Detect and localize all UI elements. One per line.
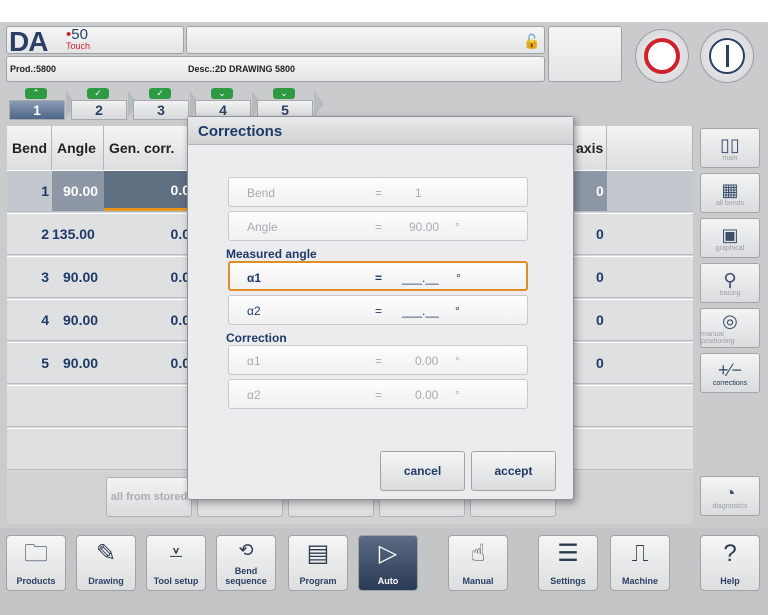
folder-icon: 🗀 (24, 540, 48, 567)
split-view-icon: ▯▯ (720, 134, 740, 155)
graphical-button[interactable]: ▣ graphical (700, 218, 760, 258)
nav-program[interactable]: ▤ Program (288, 535, 348, 591)
check-icon: ⌄ (211, 88, 233, 99)
check-icon: ⌄ (273, 88, 295, 99)
tool-icon: ⩡ (169, 540, 183, 567)
bend-number: 2 (41, 226, 49, 242)
bend-number: 4 (41, 312, 49, 328)
top-margin (0, 0, 768, 22)
bend-number: 5 (41, 355, 49, 371)
dialog-title: Corrections (188, 117, 573, 145)
step-1[interactable]: ⌃ 1 (6, 88, 76, 120)
header-extra (607, 126, 693, 170)
play-icon: ▷ (378, 540, 398, 567)
blank-panel (548, 26, 622, 82)
machine-icon: ⎍ (631, 540, 649, 567)
corrections-side-button[interactable]: +∕− corrections (700, 353, 760, 393)
sequence-icon: ⟲ (238, 540, 254, 560)
header-angle: Angle (52, 126, 104, 170)
lock-icon[interactable]: 🔓 (523, 33, 540, 50)
brand-touch: Touch (66, 41, 91, 51)
grid-icon: ▦ (721, 179, 739, 200)
axis-value: 0 (571, 171, 607, 211)
magnifier-icon: ⚲ (723, 269, 737, 290)
plus-minus-icon: +∕− (717, 359, 743, 380)
tracing-button[interactable]: ⚲ tracing (700, 263, 760, 303)
nav-manual[interactable]: ☝ Manual (448, 535, 508, 591)
main-button[interactable]: ▯▯ main (700, 128, 760, 168)
nav-products[interactable]: 🗀 Products (6, 535, 66, 591)
correction-heading: Correction (226, 331, 287, 345)
bend-number: 1 (41, 183, 49, 199)
message-bar (186, 26, 545, 54)
measured-alpha1-input[interactable]: α1 = ___.__ ° (228, 261, 528, 291)
header-bend: Bend (7, 126, 52, 170)
check-icon: ⌃ (25, 88, 47, 99)
nav-auto[interactable]: ▷ Auto (358, 535, 418, 591)
nav-drawing[interactable]: ✎ Drawing (76, 535, 136, 591)
brand-model: •50 (66, 26, 88, 43)
axis-value: 0 (596, 226, 604, 242)
measured-alpha2-input[interactable]: α2 = ___.__ ° (228, 295, 528, 325)
step-2[interactable]: ✓ 2 (68, 88, 138, 120)
axis-value: 0 (596, 269, 604, 285)
measured-angle-heading: Measured angle (226, 247, 317, 261)
correction-alpha1-field: α1 = 0.00 ° (228, 345, 528, 375)
angle-field: Angle = 90.00 ° (228, 211, 528, 241)
angle-value: 90.00 (52, 171, 104, 211)
gen-corr-value[interactable]: 0.0 (104, 214, 194, 254)
bend-number: 3 (41, 269, 49, 285)
gen-corr-value[interactable]: 0.0 (104, 343, 194, 383)
bend-field: Bend = 1 (228, 177, 528, 207)
step-3[interactable]: ✓ 3 (130, 88, 200, 120)
diagnostics-button[interactable]: ◔ diagnostics (700, 476, 760, 516)
accept-button[interactable]: accept (471, 451, 556, 491)
all-from-stored-button[interactable]: all from stored (106, 477, 192, 517)
all-bends-button[interactable]: ▦ all bends (700, 173, 760, 213)
axis-value: 0 (596, 312, 604, 328)
pencil-icon: ✎ (95, 540, 117, 567)
corrections-dialog: Corrections Bend = 1 Angle = 90.00 ° Mea… (187, 116, 574, 500)
nav-bend-sequence[interactable]: ⟲ Bend sequence (216, 535, 276, 591)
correction-alpha2-field: α2 = 0.00 ° (228, 379, 528, 409)
angle-value: 135.00 (52, 226, 95, 242)
document-icon: ▤ (306, 540, 330, 567)
help-icon: ? (723, 540, 737, 567)
check-icon: ✓ (149, 88, 171, 99)
header-gen-corr: Gen. corr. (104, 126, 194, 170)
stop-button[interactable] (635, 29, 689, 83)
header-axis: axis (571, 126, 607, 170)
nav-help[interactable]: ? Help (700, 535, 760, 591)
gen-corr-value[interactable]: 0.0 (104, 300, 194, 340)
angle-value: 90.00 (63, 312, 99, 328)
nav-settings[interactable]: ☰ Settings (538, 535, 598, 591)
nav-tool-setup[interactable]: ⩡ Tool setup (146, 535, 206, 591)
cancel-button[interactable]: cancel (380, 451, 465, 491)
start-button[interactable] (700, 29, 754, 83)
graphical-icon: ▣ (721, 224, 739, 245)
brand-logo: DA (9, 26, 48, 57)
start-icon (709, 38, 745, 74)
dial-icon: ◎ (722, 311, 738, 331)
gauge-icon: ◔ (724, 482, 736, 503)
gen-corr-value[interactable]: 0.0 (104, 171, 194, 211)
axis-value: 0 (596, 355, 604, 371)
settings-icon: ☰ (557, 540, 579, 567)
nav-machine[interactable]: ⎍ Machine (610, 535, 670, 591)
description-label: Desc.:2D DRAWING 5800 (188, 64, 296, 74)
check-icon: ✓ (87, 88, 109, 99)
stop-icon (644, 38, 680, 74)
hand-icon: ☝ (470, 540, 486, 567)
product-label: Prod.:5800 (10, 64, 57, 74)
angle-value: 90.00 (63, 355, 99, 371)
manual-positioning-button[interactable]: ◎ manual positioning (700, 308, 760, 348)
gen-corr-value[interactable]: 0.0 (104, 257, 194, 297)
angle-value: 90.00 (63, 269, 99, 285)
